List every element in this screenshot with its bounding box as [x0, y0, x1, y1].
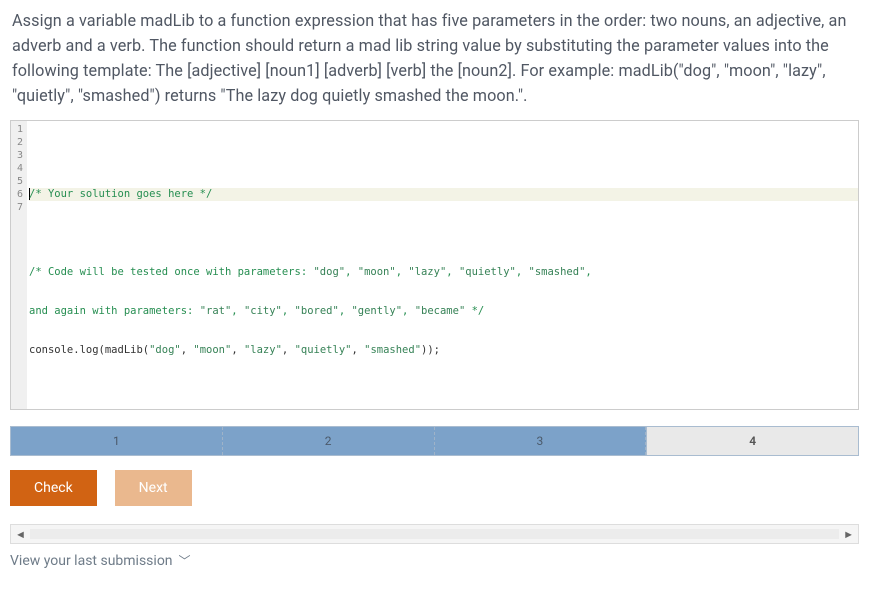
code-line[interactable] — [29, 383, 858, 396]
scroll-left-icon[interactable]: ◄ — [15, 528, 26, 541]
code-line[interactable]: /* Code will be tested once with paramet… — [29, 266, 858, 279]
exercise-prompt: Assign a variable madLib to a function e… — [12, 8, 857, 108]
comment-text: /* Your solution goes here */ — [29, 188, 212, 200]
check-button[interactable]: Check — [10, 470, 97, 506]
code-line[interactable]: console.log(madLib("dog", "moon", "lazy"… — [29, 344, 858, 357]
scroll-right-icon[interactable]: ► — [843, 528, 854, 541]
button-row: Check Next — [10, 470, 859, 506]
code-line-active[interactable]: /* Your solution goes here */ — [29, 188, 858, 201]
step-1[interactable]: 1 — [11, 427, 223, 455]
code-line[interactable] — [29, 227, 858, 240]
comment-text: and again with parameters: "rat", "city"… — [29, 305, 484, 317]
step-progress: 1 2 3 4 — [10, 426, 859, 456]
next-button[interactable]: Next — [115, 470, 192, 506]
last-submission-label: View your last submission — [10, 553, 173, 569]
scroll-track[interactable] — [30, 529, 839, 539]
line-number: 7 — [13, 201, 23, 214]
line-number: 6 — [13, 188, 23, 201]
code-text: console.log(madLib("dog", "moon", "lazy"… — [29, 344, 440, 356]
code-line[interactable]: and again with parameters: "rat", "city"… — [29, 305, 858, 318]
view-last-submission[interactable]: View your last submission ﹀ — [10, 552, 859, 569]
code-area[interactable]: /* Your solution goes here */ /* Code wi… — [27, 121, 858, 409]
line-number: 3 — [13, 149, 23, 162]
comment-text: /* Code will be tested once with paramet… — [29, 266, 592, 278]
line-number: 4 — [13, 162, 23, 175]
horizontal-scrollbar[interactable]: ◄ ► — [10, 524, 859, 544]
line-gutter: 1 2 3 4 5 6 7 — [11, 121, 27, 409]
step-3[interactable]: 3 — [435, 427, 647, 455]
chevron-down-icon: ﹀ — [179, 552, 191, 569]
code-editor[interactable]: 1 2 3 4 5 6 7 /* Your solution goes here… — [10, 120, 859, 410]
step-2[interactable]: 2 — [223, 427, 435, 455]
step-4-current[interactable]: 4 — [646, 427, 858, 455]
line-number: 5 — [13, 175, 23, 188]
line-number: 1 — [13, 123, 23, 136]
code-line[interactable] — [29, 149, 858, 162]
line-number: 2 — [13, 136, 23, 149]
